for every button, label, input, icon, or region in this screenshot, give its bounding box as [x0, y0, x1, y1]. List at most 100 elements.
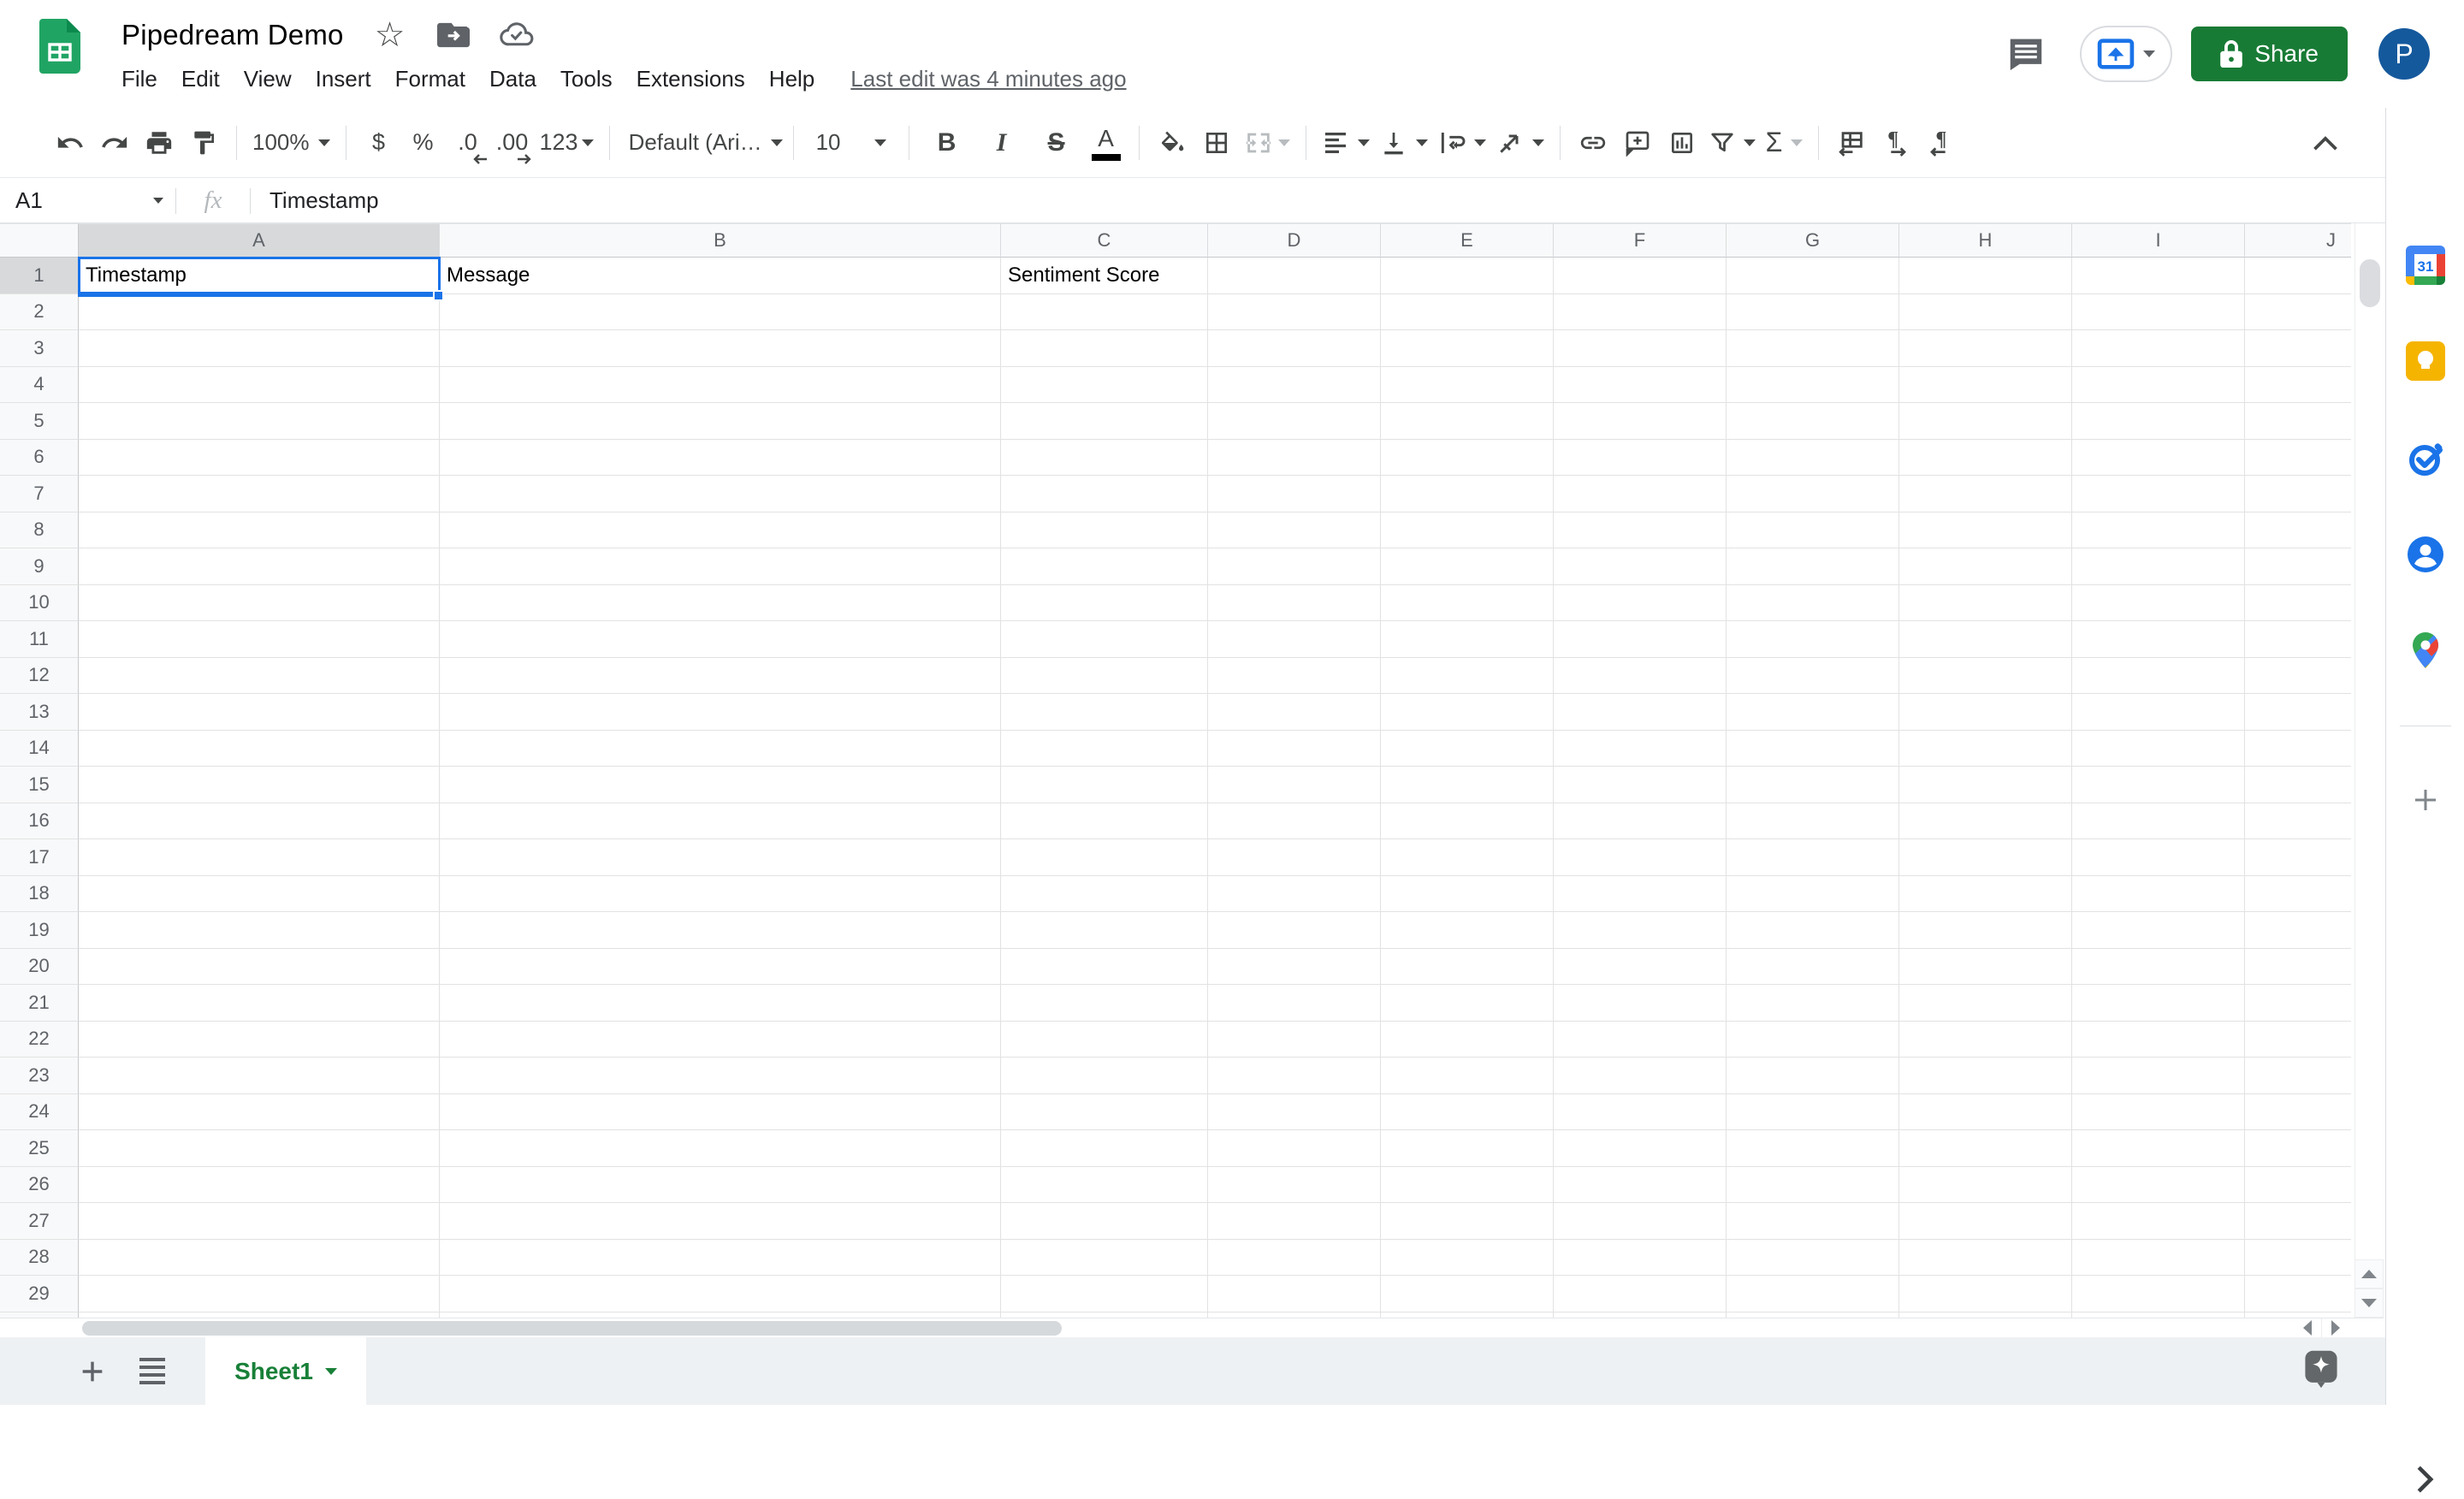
column-header-A[interactable]: A: [79, 223, 440, 258]
cell-A16[interactable]: [79, 803, 440, 840]
text-color-button[interactable]: A: [1084, 119, 1128, 167]
cell-F28[interactable]: [1554, 1240, 1727, 1277]
cell-A27[interactable]: [79, 1203, 440, 1240]
cell-F25[interactable]: [1554, 1130, 1727, 1167]
cell-H28[interactable]: [1899, 1240, 2072, 1277]
cell-C4[interactable]: [1001, 367, 1208, 404]
cell-D23[interactable]: [1208, 1058, 1381, 1094]
cell-A12[interactable]: [79, 658, 440, 695]
vertical-scrollbar-thumb[interactable]: [2360, 259, 2380, 307]
cell-G19[interactable]: [1727, 912, 1899, 949]
all-sheets-button[interactable]: [128, 1348, 176, 1395]
cell-C25[interactable]: [1001, 1130, 1208, 1167]
cell-D20[interactable]: [1208, 949, 1381, 986]
vertical-align-button[interactable]: [1375, 119, 1433, 167]
create-filter-button[interactable]: [1704, 119, 1761, 167]
cell-J17[interactable]: [2245, 839, 2351, 876]
cell-G23[interactable]: [1727, 1058, 1899, 1094]
cell-D1[interactable]: [1208, 258, 1381, 294]
cell-H18[interactable]: [1899, 876, 2072, 913]
cell-E10[interactable]: [1381, 585, 1554, 622]
column-header-E[interactable]: E: [1381, 223, 1554, 258]
cell-G21[interactable]: [1727, 985, 1899, 1022]
row-header-21[interactable]: 21: [0, 985, 79, 1022]
cell-D6[interactable]: [1208, 440, 1381, 477]
cell-E15[interactable]: [1381, 767, 1554, 803]
cell-B29[interactable]: [440, 1276, 1001, 1312]
cell-J14[interactable]: [2245, 731, 2351, 767]
cell-A2[interactable]: [79, 294, 440, 331]
cell-F6[interactable]: [1554, 440, 1727, 477]
format-currency-button[interactable]: $: [357, 119, 401, 167]
more-formats-button[interactable]: 123: [535, 119, 599, 167]
redo-button[interactable]: [92, 119, 137, 167]
cell-H13[interactable]: [1899, 694, 2072, 731]
cell-A3[interactable]: [79, 330, 440, 367]
cell-H2[interactable]: [1899, 294, 2072, 331]
cell-D13[interactable]: [1208, 694, 1381, 731]
cell-H5[interactable]: [1899, 403, 2072, 440]
cell-E4[interactable]: [1381, 367, 1554, 404]
cell-J23[interactable]: [2245, 1058, 2351, 1094]
menu-item-insert[interactable]: Insert: [304, 59, 383, 99]
cell-F8[interactable]: [1554, 513, 1727, 549]
cell-H21[interactable]: [1899, 985, 2072, 1022]
cell-F19[interactable]: [1554, 912, 1727, 949]
cell-E2[interactable]: [1381, 294, 1554, 331]
row-header-5[interactable]: 5: [0, 403, 79, 440]
cell-C11[interactable]: [1001, 621, 1208, 658]
column-header-I[interactable]: I: [2072, 223, 2245, 258]
cell-D15[interactable]: [1208, 767, 1381, 803]
select-all-button[interactable]: [0, 223, 79, 258]
cell-C27[interactable]: [1001, 1203, 1208, 1240]
last-edit-link[interactable]: Last edit was 4 minutes ago: [850, 66, 1126, 92]
cell-D18[interactable]: [1208, 876, 1381, 913]
name-box[interactable]: A1: [0, 179, 175, 222]
horizontal-scrollbar[interactable]: [0, 1318, 2384, 1337]
star-icon[interactable]: ☆: [373, 18, 407, 52]
cell-B4[interactable]: [440, 367, 1001, 404]
row-header-20[interactable]: 20: [0, 949, 79, 986]
cell-A18[interactable]: [79, 876, 440, 913]
menu-item-help[interactable]: Help: [757, 59, 826, 99]
cell-H10[interactable]: [1899, 585, 2072, 622]
cell-F5[interactable]: [1554, 403, 1727, 440]
row-header-18[interactable]: 18: [0, 876, 79, 913]
cell-I13[interactable]: [2072, 694, 2245, 731]
cell-D26[interactable]: [1208, 1167, 1381, 1204]
cell-D29[interactable]: [1208, 1276, 1381, 1312]
cell-I27[interactable]: [2072, 1203, 2245, 1240]
functions-button[interactable]: Σ: [1761, 119, 1809, 167]
cell-H16[interactable]: [1899, 803, 2072, 840]
cell-A5[interactable]: [79, 403, 440, 440]
cell-B21[interactable]: [440, 985, 1001, 1022]
cell-B2[interactable]: [440, 294, 1001, 331]
maps-icon[interactable]: [2406, 631, 2445, 670]
cell-H24[interactable]: [1899, 1094, 2072, 1131]
cell-I3[interactable]: [2072, 330, 2245, 367]
cell-G5[interactable]: [1727, 403, 1899, 440]
cell-J12[interactable]: [2245, 658, 2351, 695]
row-header-29[interactable]: 29: [0, 1276, 79, 1312]
cell-I20[interactable]: [2072, 949, 2245, 986]
zoom-select[interactable]: 100%: [247, 119, 335, 167]
row-header-26[interactable]: 26: [0, 1167, 79, 1204]
cell-D9[interactable]: [1208, 548, 1381, 585]
cell-E12[interactable]: [1381, 658, 1554, 695]
strikethrough-button[interactable]: S: [1029, 119, 1084, 167]
cell-H20[interactable]: [1899, 949, 2072, 986]
cell-B19[interactable]: [440, 912, 1001, 949]
cell-C19[interactable]: [1001, 912, 1208, 949]
cell-B28[interactable]: [440, 1240, 1001, 1277]
cell-F21[interactable]: [1554, 985, 1727, 1022]
cell-E6[interactable]: [1381, 440, 1554, 477]
cell-B10[interactable]: [440, 585, 1001, 622]
cell-E20[interactable]: [1381, 949, 1554, 986]
row-header-19[interactable]: 19: [0, 912, 79, 949]
cell-C14[interactable]: [1001, 731, 1208, 767]
menu-item-file[interactable]: File: [110, 59, 169, 99]
explore-button[interactable]: [2301, 1349, 2341, 1389]
cell-A13[interactable]: [79, 694, 440, 731]
cell-G27[interactable]: [1727, 1203, 1899, 1240]
cell-E25[interactable]: [1381, 1130, 1554, 1167]
